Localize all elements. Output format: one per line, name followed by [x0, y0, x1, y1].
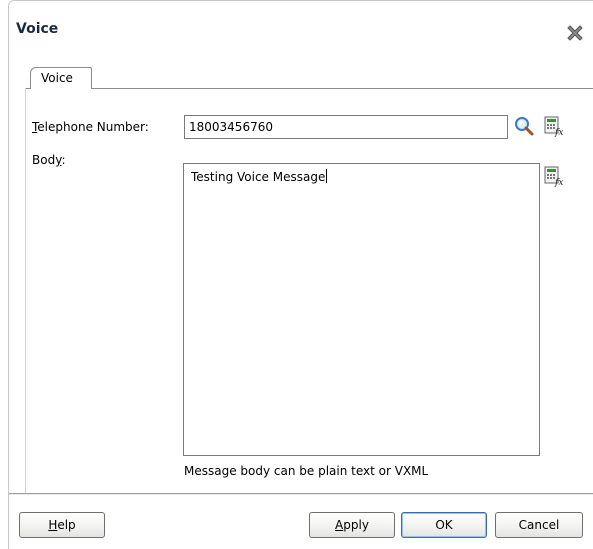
cancel-button[interactable]: Cancel [495, 512, 583, 538]
tab-voice[interactable]: Voice [30, 67, 92, 89]
apply-label: pply [343, 518, 369, 532]
text-caret [326, 169, 328, 183]
close-icon[interactable] [565, 23, 585, 43]
telephone-number-label: Telephone Number: [32, 120, 149, 134]
apply-button[interactable]: Apply [309, 512, 395, 538]
svg-text:fx: fx [554, 178, 563, 187]
dialog-title: Voice [16, 21, 59, 37]
panel-border [25, 88, 26, 494]
body-label: Body: [32, 153, 65, 167]
body-textarea[interactable]: Testing Voice Message [183, 163, 540, 456]
expression-builder-icon[interactable]: fx [542, 115, 564, 138]
body-text: Testing Voice Message [191, 170, 326, 184]
body-label-colon: : [61, 153, 66, 167]
voice-dialog: Voice Voice Telephone Number: 1800345676… [8, 0, 593, 549]
telephone-number-input[interactable]: 18003456760 [184, 115, 508, 139]
body-hint-text: Message body can be plain text or VXML [184, 464, 429, 478]
help-label: elp [57, 518, 76, 532]
expression-builder-icon[interactable]: fx [542, 165, 564, 188]
help-button[interactable]: Help [19, 512, 105, 538]
ok-button[interactable]: OK [401, 512, 487, 538]
search-icon[interactable] [513, 115, 535, 137]
body-label-text: Bod [32, 153, 56, 167]
button-bar-separator-highlight [9, 494, 593, 495]
help-mnemonic: H [48, 518, 58, 532]
telephone-label-text: elephone Number: [37, 120, 149, 134]
tab-border [92, 88, 593, 89]
svg-text:fx: fx [554, 128, 563, 137]
